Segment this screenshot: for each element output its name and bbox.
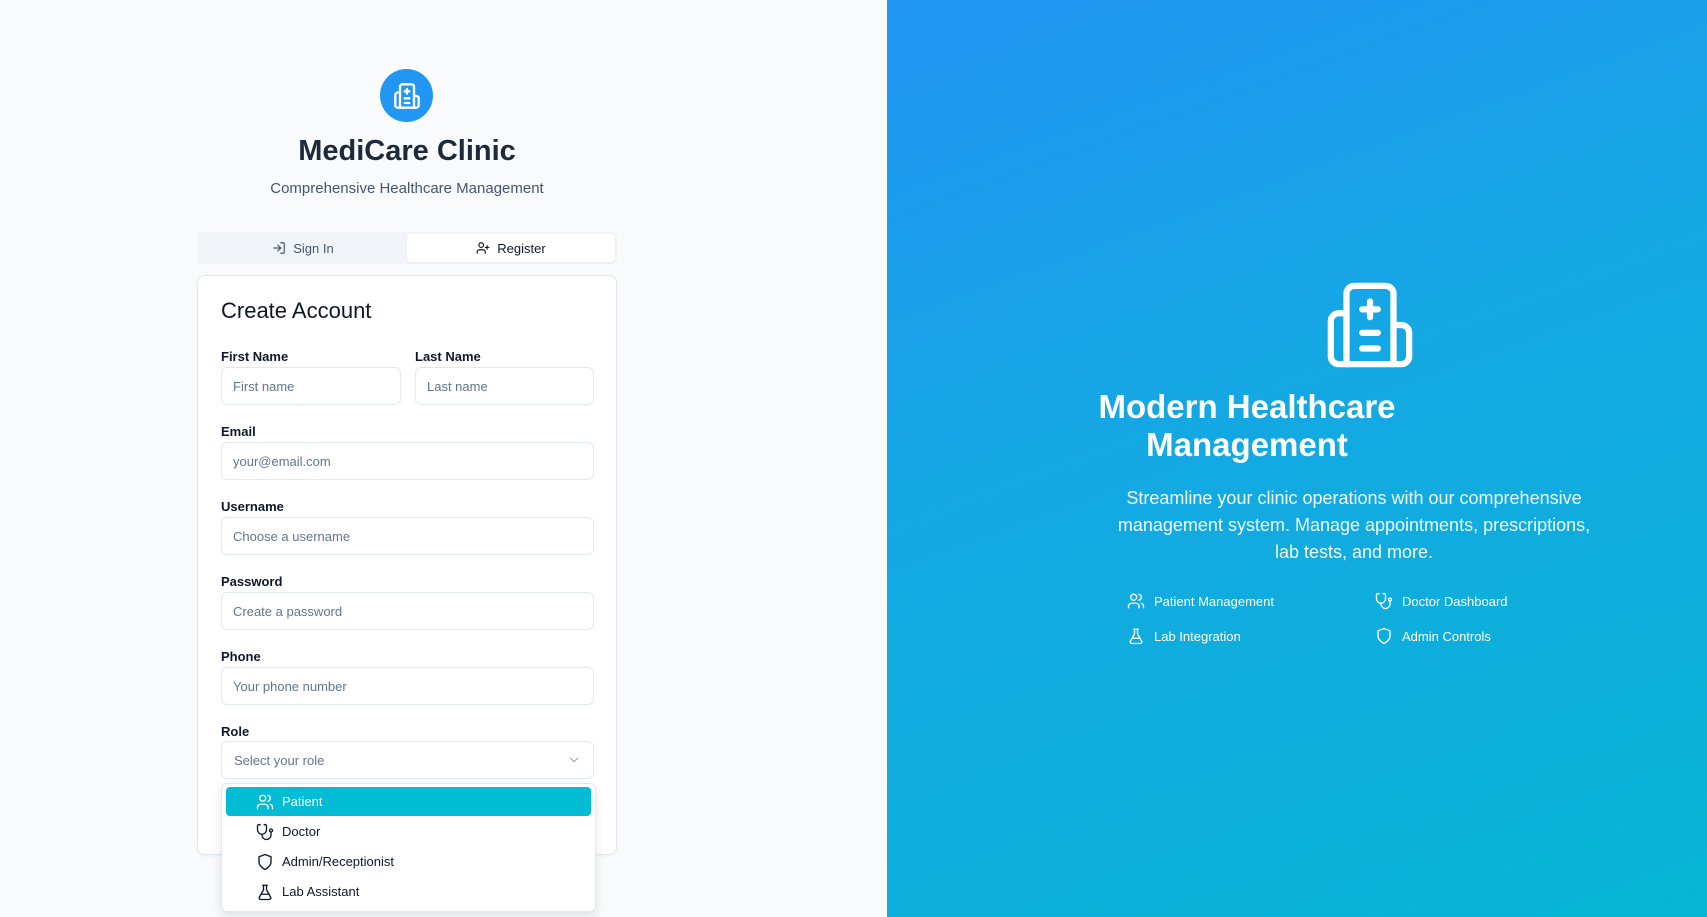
feature-label: Admin Controls bbox=[1402, 628, 1491, 644]
role-select[interactable]: Select your role bbox=[221, 741, 594, 779]
role-option-patient[interactable]: Patient bbox=[226, 787, 591, 816]
clinic-logo bbox=[380, 69, 433, 122]
role-dropdown: Patient Doctor Admin/Receptionist Lab As… bbox=[221, 783, 596, 912]
role-label: Role bbox=[221, 724, 250, 739]
feature-list: Patient Management Doctor Dashboard Lab … bbox=[1127, 591, 1607, 646]
chevron-down-icon bbox=[569, 757, 579, 763]
role-option-label: Admin/Receptionist bbox=[282, 854, 394, 869]
hospital-icon bbox=[393, 82, 420, 109]
username-label: Username bbox=[221, 499, 284, 514]
tab-sign-in[interactable]: Sign In bbox=[199, 234, 407, 262]
hospital-icon bbox=[1327, 282, 1413, 368]
shield-icon bbox=[258, 853, 272, 870]
email-label: Email bbox=[221, 424, 256, 439]
first-name-label: First Name bbox=[221, 349, 289, 364]
feature-item: Admin Controls bbox=[1375, 626, 1607, 646]
users-icon bbox=[256, 794, 274, 809]
role-select-value: Select your role bbox=[234, 752, 325, 768]
feature-label: Patient Management bbox=[1154, 593, 1274, 609]
users-icon bbox=[1127, 593, 1145, 609]
auth-tabs: Sign In Register bbox=[197, 232, 617, 264]
feature-label: Lab Integration bbox=[1154, 628, 1241, 644]
hero-title-line-1: Modern Healthcare bbox=[1098, 388, 1396, 425]
phone-label: Phone bbox=[221, 649, 261, 664]
last-name-label: Last Name bbox=[415, 349, 481, 364]
role-option-label: Lab Assistant bbox=[282, 884, 360, 899]
hero-title-line-2: Management bbox=[1146, 426, 1348, 463]
password-label: Password bbox=[221, 574, 283, 589]
log-in-icon bbox=[273, 242, 286, 254]
hero-panel: Modern Healthcare Management Streamline … bbox=[887, 0, 1707, 917]
tab-sign-in-label: Sign In bbox=[293, 240, 334, 256]
tab-register[interactable]: Register bbox=[407, 234, 615, 262]
role-option-label: Patient bbox=[282, 794, 323, 809]
feature-item: Patient Management bbox=[1127, 591, 1375, 611]
first-name-input[interactable] bbox=[221, 367, 401, 405]
role-option-doctor[interactable]: Doctor bbox=[226, 817, 591, 846]
role-option-lab-assistant[interactable]: Lab Assistant bbox=[226, 877, 591, 906]
app-title: MediCare Clinic bbox=[298, 135, 516, 167]
email-input[interactable] bbox=[221, 442, 594, 480]
role-option-label: Doctor bbox=[282, 824, 321, 839]
feature-label: Doctor Dashboard bbox=[1402, 593, 1508, 609]
app-subtitle: Comprehensive Healthcare Management bbox=[270, 180, 544, 197]
user-plus-icon bbox=[476, 242, 490, 254]
feature-item: Doctor Dashboard bbox=[1375, 591, 1607, 611]
card-title: Create Account bbox=[221, 298, 372, 323]
flask-icon bbox=[1129, 628, 1143, 645]
username-input[interactable] bbox=[221, 517, 594, 555]
tab-register-label: Register bbox=[497, 240, 546, 256]
stethoscope-icon bbox=[1375, 592, 1393, 610]
phone-input[interactable] bbox=[221, 667, 594, 705]
password-input[interactable] bbox=[221, 592, 594, 630]
register-card: Create Account First Name Last Name Emai… bbox=[197, 275, 617, 855]
stethoscope-icon bbox=[256, 823, 274, 840]
shield-icon bbox=[1377, 627, 1391, 645]
last-name-input[interactable] bbox=[415, 367, 594, 405]
flask-icon bbox=[258, 884, 272, 900]
role-option-admin[interactable]: Admin/Receptionist bbox=[226, 847, 591, 876]
feature-item: Lab Integration bbox=[1127, 626, 1375, 646]
hero-title: Modern Healthcare Management bbox=[750, 388, 1707, 464]
hero-description: Streamline your clinic operations with o… bbox=[1117, 488, 1591, 562]
